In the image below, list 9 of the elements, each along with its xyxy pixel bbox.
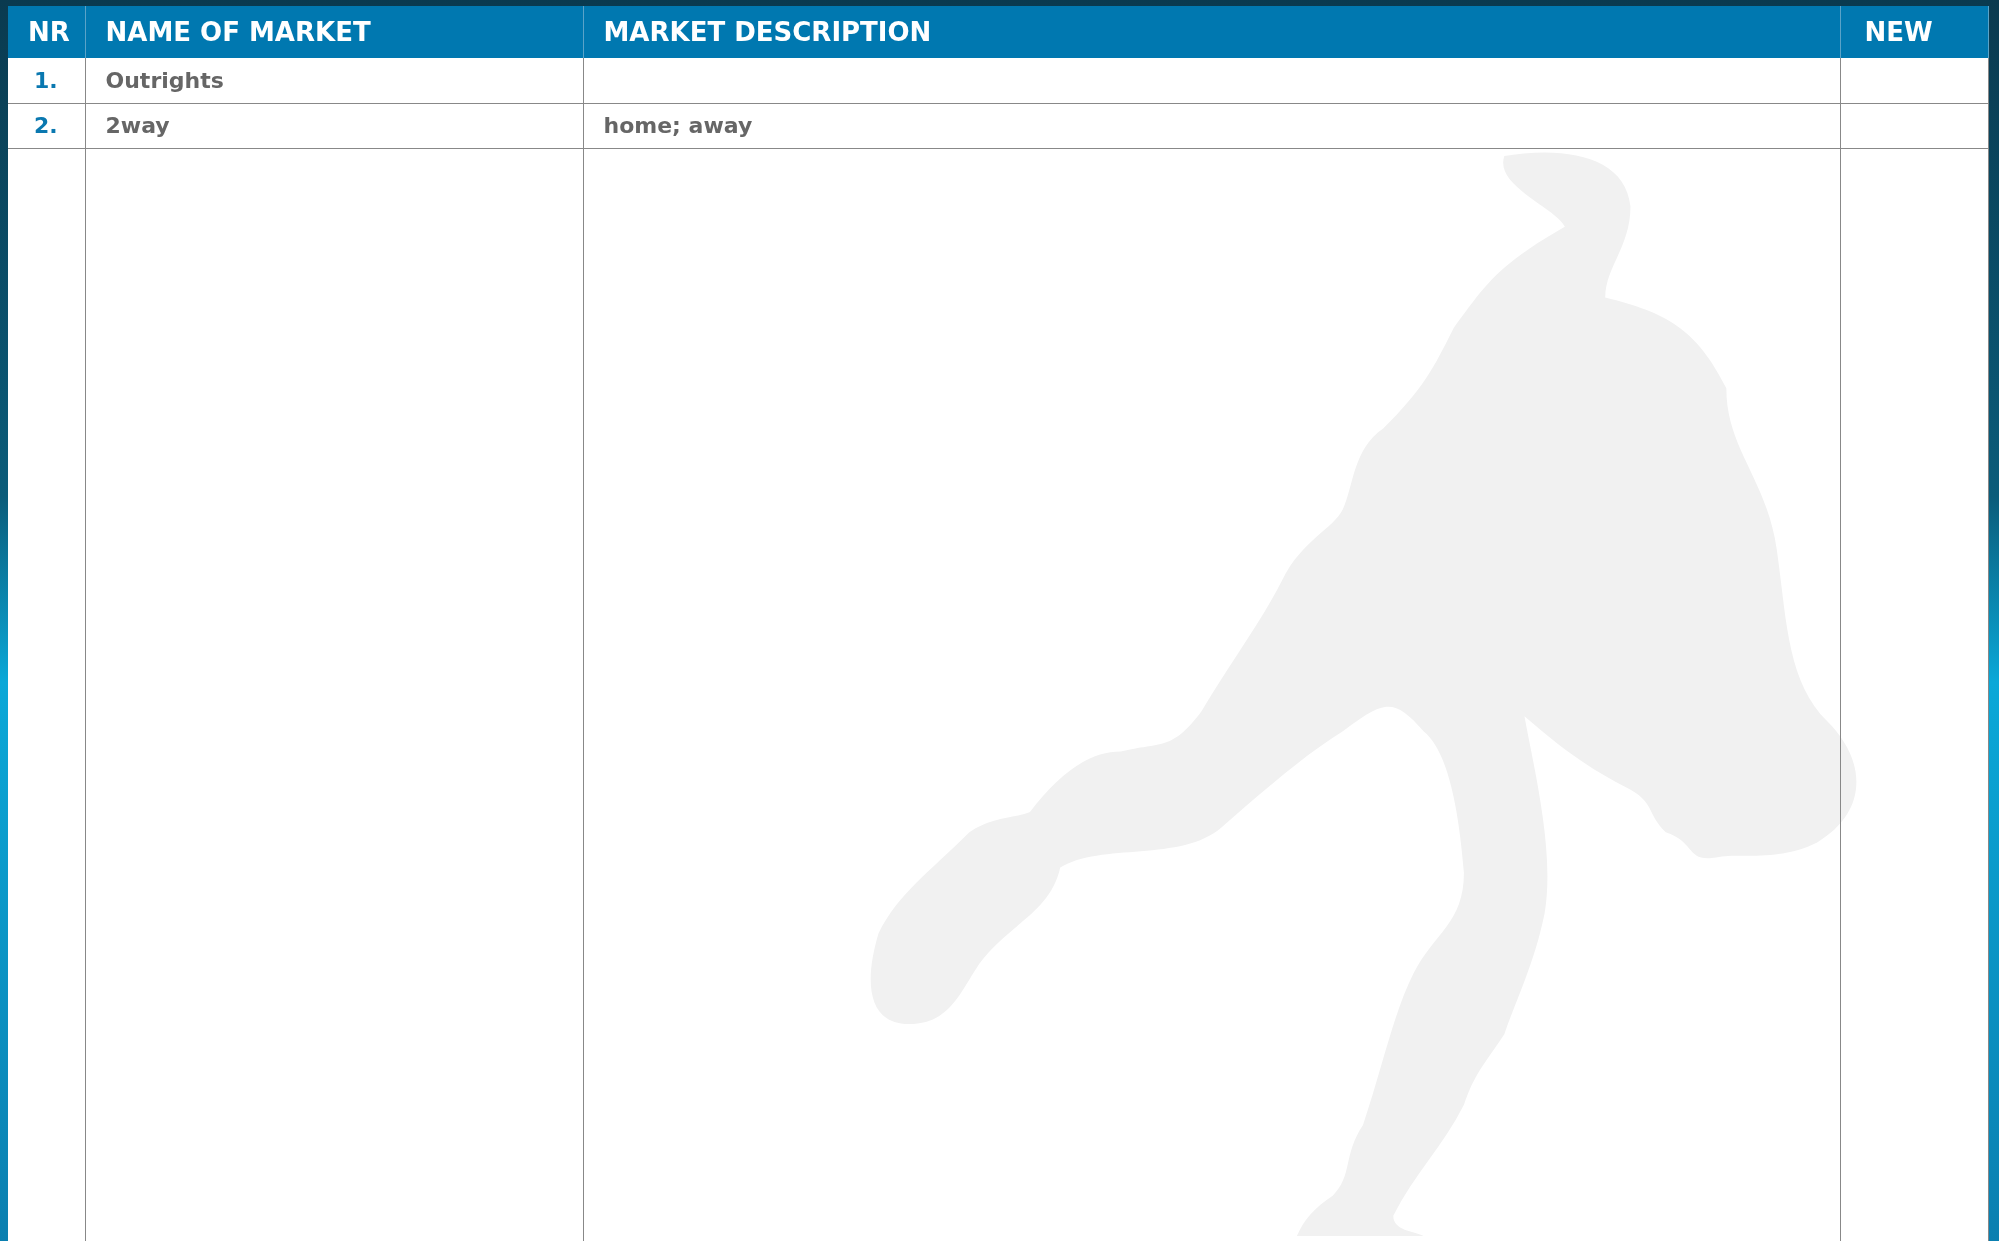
table-cell: Outrights [105,67,224,93]
row-number: 2. [34,113,58,138]
column-header: NAME OF MARKET [85,6,583,58]
column-header: NEW [1840,6,1989,58]
table-cell: 2way [105,113,170,138]
row-number: 1. [34,67,58,93]
column-header: NR [8,6,85,58]
column-header: MARKET DESCRIPTION [583,6,1840,58]
table-cell: home; away [603,113,753,138]
